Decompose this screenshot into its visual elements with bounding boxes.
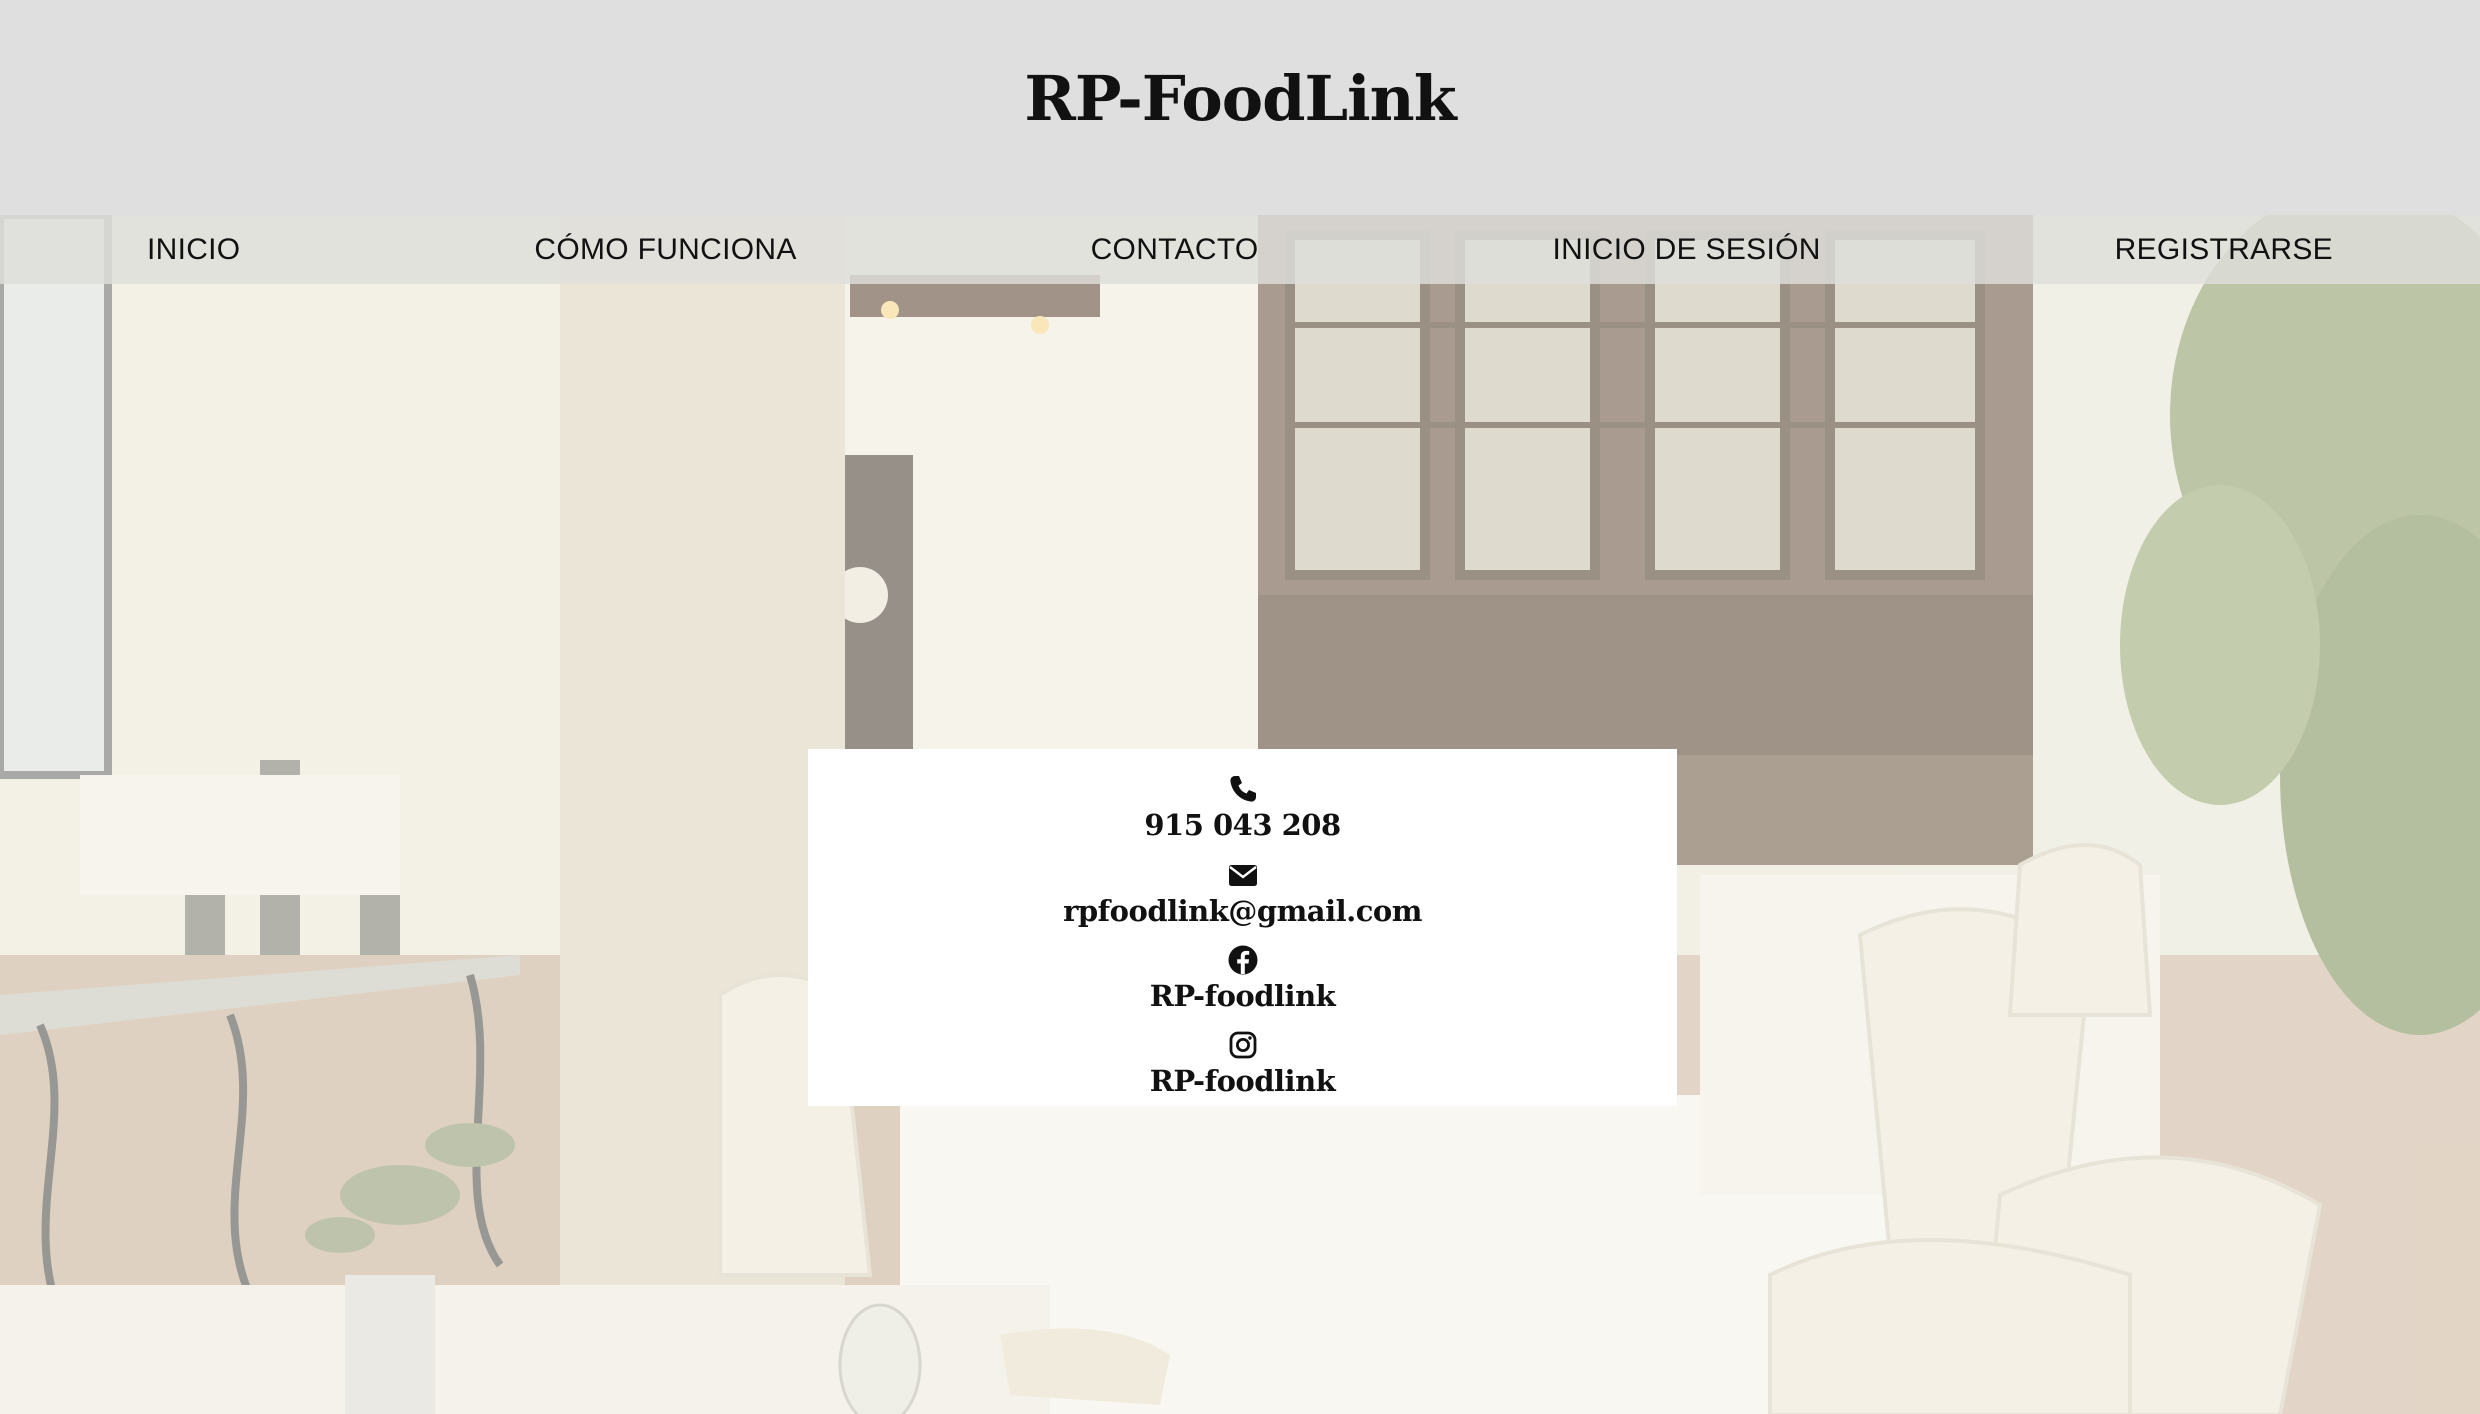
nav-link-inicio-de-sesion[interactable]: INICIO DE SESIÓN <box>1553 233 1821 267</box>
contact-phone-row: 915 043 208 <box>808 773 1677 842</box>
contact-card: 915 043 208 rpfoodlink@gmail.com RP-food… <box>808 749 1677 1106</box>
contact-email-row: rpfoodlink@gmail.com <box>808 859 1677 928</box>
nav-link-registrarse[interactable]: REGISTRARSE <box>2115 233 2333 267</box>
phone-icon <box>1229 776 1256 802</box>
nav-link-contacto[interactable]: CONTACTO <box>1091 233 1259 267</box>
nav-link-como-funciona[interactable]: CÓMO FUNCIONA <box>534 233 796 267</box>
envelope-icon <box>1228 865 1257 886</box>
main-nav: INICIO CÓMO FUNCIONA CONTACTO INICIO DE … <box>0 215 2480 284</box>
instagram-icon <box>1229 1031 1256 1059</box>
contact-facebook-row: RP-foodlink <box>808 944 1677 1013</box>
facebook-icon <box>1228 945 1257 975</box>
contact-email-text[interactable]: rpfoodlink@gmail.com <box>808 894 1677 928</box>
brand-title: RP-FoodLink <box>1024 62 1456 135</box>
contact-instagram-row: RP-foodlink <box>808 1029 1677 1098</box>
contact-facebook-text[interactable]: RP-foodlink <box>808 979 1677 1013</box>
site-header: RP-FoodLink <box>0 0 2480 215</box>
contact-instagram-text[interactable]: RP-foodlink <box>808 1064 1677 1098</box>
nav-link-inicio[interactable]: INICIO <box>147 233 240 267</box>
contact-phone-text[interactable]: 915 043 208 <box>808 808 1677 842</box>
